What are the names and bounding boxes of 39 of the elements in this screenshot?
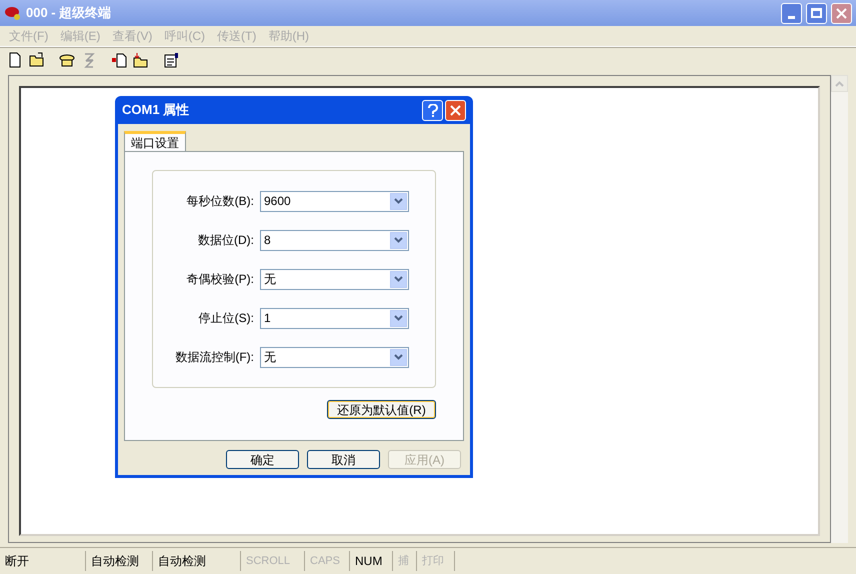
tab[interactable]: 端口设置 (124, 131, 186, 151)
close-button[interactable] (831, 2, 852, 24)
window-title: 000 - 超级终端 (26, 4, 112, 22)
status-cell: CAPS (305, 551, 350, 571)
minimize-button[interactable] (781, 2, 802, 24)
dropdown-field[interactable]: 8 (260, 230, 409, 250)
restore-defaults-button[interactable]: 还原为默认值(R) (327, 400, 436, 419)
app-icon (4, 5, 22, 21)
close-icon (836, 8, 847, 18)
field-label: 数据位(D): (198, 232, 254, 249)
status-cell: NUM (350, 551, 393, 571)
folder-icon (29, 52, 45, 68)
close-button[interactable] (445, 100, 466, 120)
dropdown-field[interactable]: 1 (260, 308, 409, 328)
dialog-title: COM1 属性 (122, 101, 190, 120)
document-icon (7, 52, 23, 68)
dropdown-field[interactable]: 无 (260, 268, 409, 290)
close-icon (450, 104, 461, 116)
status-cell: 捕 (393, 551, 417, 571)
document-icon (111, 52, 127, 68)
dialog-button[interactable]: 确定 (226, 450, 299, 469)
folder-icon (133, 52, 149, 68)
status-cell: 打印 (417, 551, 455, 571)
status-cell: SCROLL (241, 551, 305, 571)
maximize-button[interactable] (806, 2, 827, 24)
dropdown-field[interactable]: 无 (260, 346, 409, 368)
status-cell: 自动检测 (86, 551, 153, 571)
field-label: 停止位(S): (198, 310, 254, 327)
dialog-button[interactable]: 取消 (307, 450, 380, 469)
dropdown-field[interactable]: 9600 (260, 190, 409, 212)
status-cell: 自动检测 (153, 551, 241, 571)
field-label: 每秒位数(B): (186, 193, 254, 210)
field-label: 数据流控制(F): (175, 349, 254, 366)
status-cell: 断开 (0, 551, 86, 571)
help-button[interactable] (422, 100, 443, 120)
scrollbar[interactable] (831, 75, 848, 543)
help-icon (428, 104, 438, 116)
properties-icon (163, 52, 179, 68)
field-label: 奇偶校验(P): (186, 271, 254, 288)
